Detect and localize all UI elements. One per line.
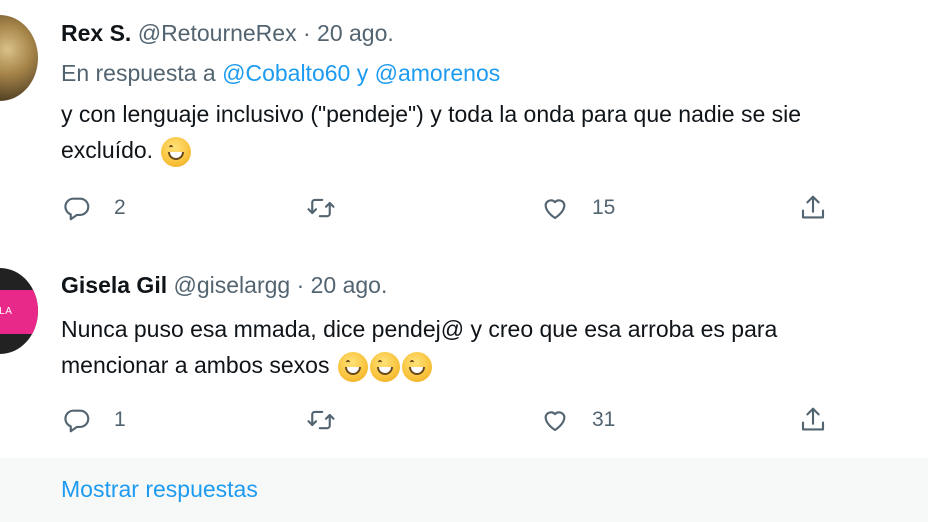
heart-icon [544,411,566,432]
grinning-emoji-icon [401,351,432,382]
show-replies-bar[interactable]: Mostrar respuestas [0,458,928,522]
share-button[interactable] [798,188,828,228]
avatar-text: ELA [0,290,38,334]
reply-button[interactable]: 1 [62,400,126,440]
author-handle-date[interactable]: @giselargg · 20 ago. [174,272,388,298]
reply-button[interactable]: 2 [62,188,126,228]
like-count: 31 [592,408,616,431]
like-button[interactable]: 15 [540,188,615,228]
reply-count: 2 [114,196,126,219]
grinning-emoji-icon [337,351,368,382]
tweet-text-line: excluído. [61,132,801,168]
author-handle-date[interactable]: @RetourneRex · 20 ago. [138,20,394,46]
tweet-header: Rex S. @RetourneRex · 20 ago. [61,20,394,47]
author-name[interactable]: Rex S. [61,20,131,46]
share-icon [801,195,825,219]
mention-link[interactable]: @Cobalto60 [222,60,350,86]
grinning-emoji-icon [369,351,400,382]
tweet-text-line: Nunca puso esa mmada, dice pendej@ y cre… [61,316,778,342]
reply-tweet[interactable]: ELA Gisela Gil @giselargg · 20 ago. Nunc… [0,240,928,458]
tweet-text-line: y con lenguaje inclusivo ("pendeje") y t… [61,101,802,127]
share-button[interactable] [798,400,828,440]
share-icon [801,407,825,431]
like-button[interactable]: 31 [540,400,615,440]
mention-link[interactable]: @amorenos [375,60,501,86]
reply-to-prefix: En respuesta a [61,60,223,86]
like-count: 15 [592,196,616,219]
show-replies-link[interactable]: Mostrar respuestas [61,476,258,503]
grinning-emoji-icon [161,136,192,167]
tweet-text: Nunca puso esa mmada, dice pendej@ y cre… [61,311,777,383]
reply-icon [64,197,90,221]
reply-icon [64,409,90,433]
reply-to-separator: y [350,60,375,86]
author-name[interactable]: Gisela Gil [61,272,167,298]
tweet-text: y con lenguaje inclusivo ("pendeje") y t… [61,96,801,168]
avatar[interactable] [0,15,38,101]
tweet-actions: 1 31 [0,400,928,440]
tweet-text-line: mencionar a ambos sexos [61,347,777,383]
retweet-button[interactable] [306,188,336,228]
avatar[interactable]: ELA [0,268,38,354]
reply-count: 1 [114,408,126,431]
reply-tweet[interactable]: Rex S. @RetourneRex · 20 ago. En respues… [0,0,928,240]
tweet-header: Gisela Gil @giselargg · 20 ago. [61,272,387,299]
heart-icon [544,199,566,220]
retweet-icon [307,410,335,430]
retweet-button[interactable] [306,400,336,440]
retweet-icon [307,198,335,218]
tweet-actions: 2 15 [0,188,928,228]
reply-context: En respuesta a @Cobalto60 y @amorenos [61,60,500,87]
